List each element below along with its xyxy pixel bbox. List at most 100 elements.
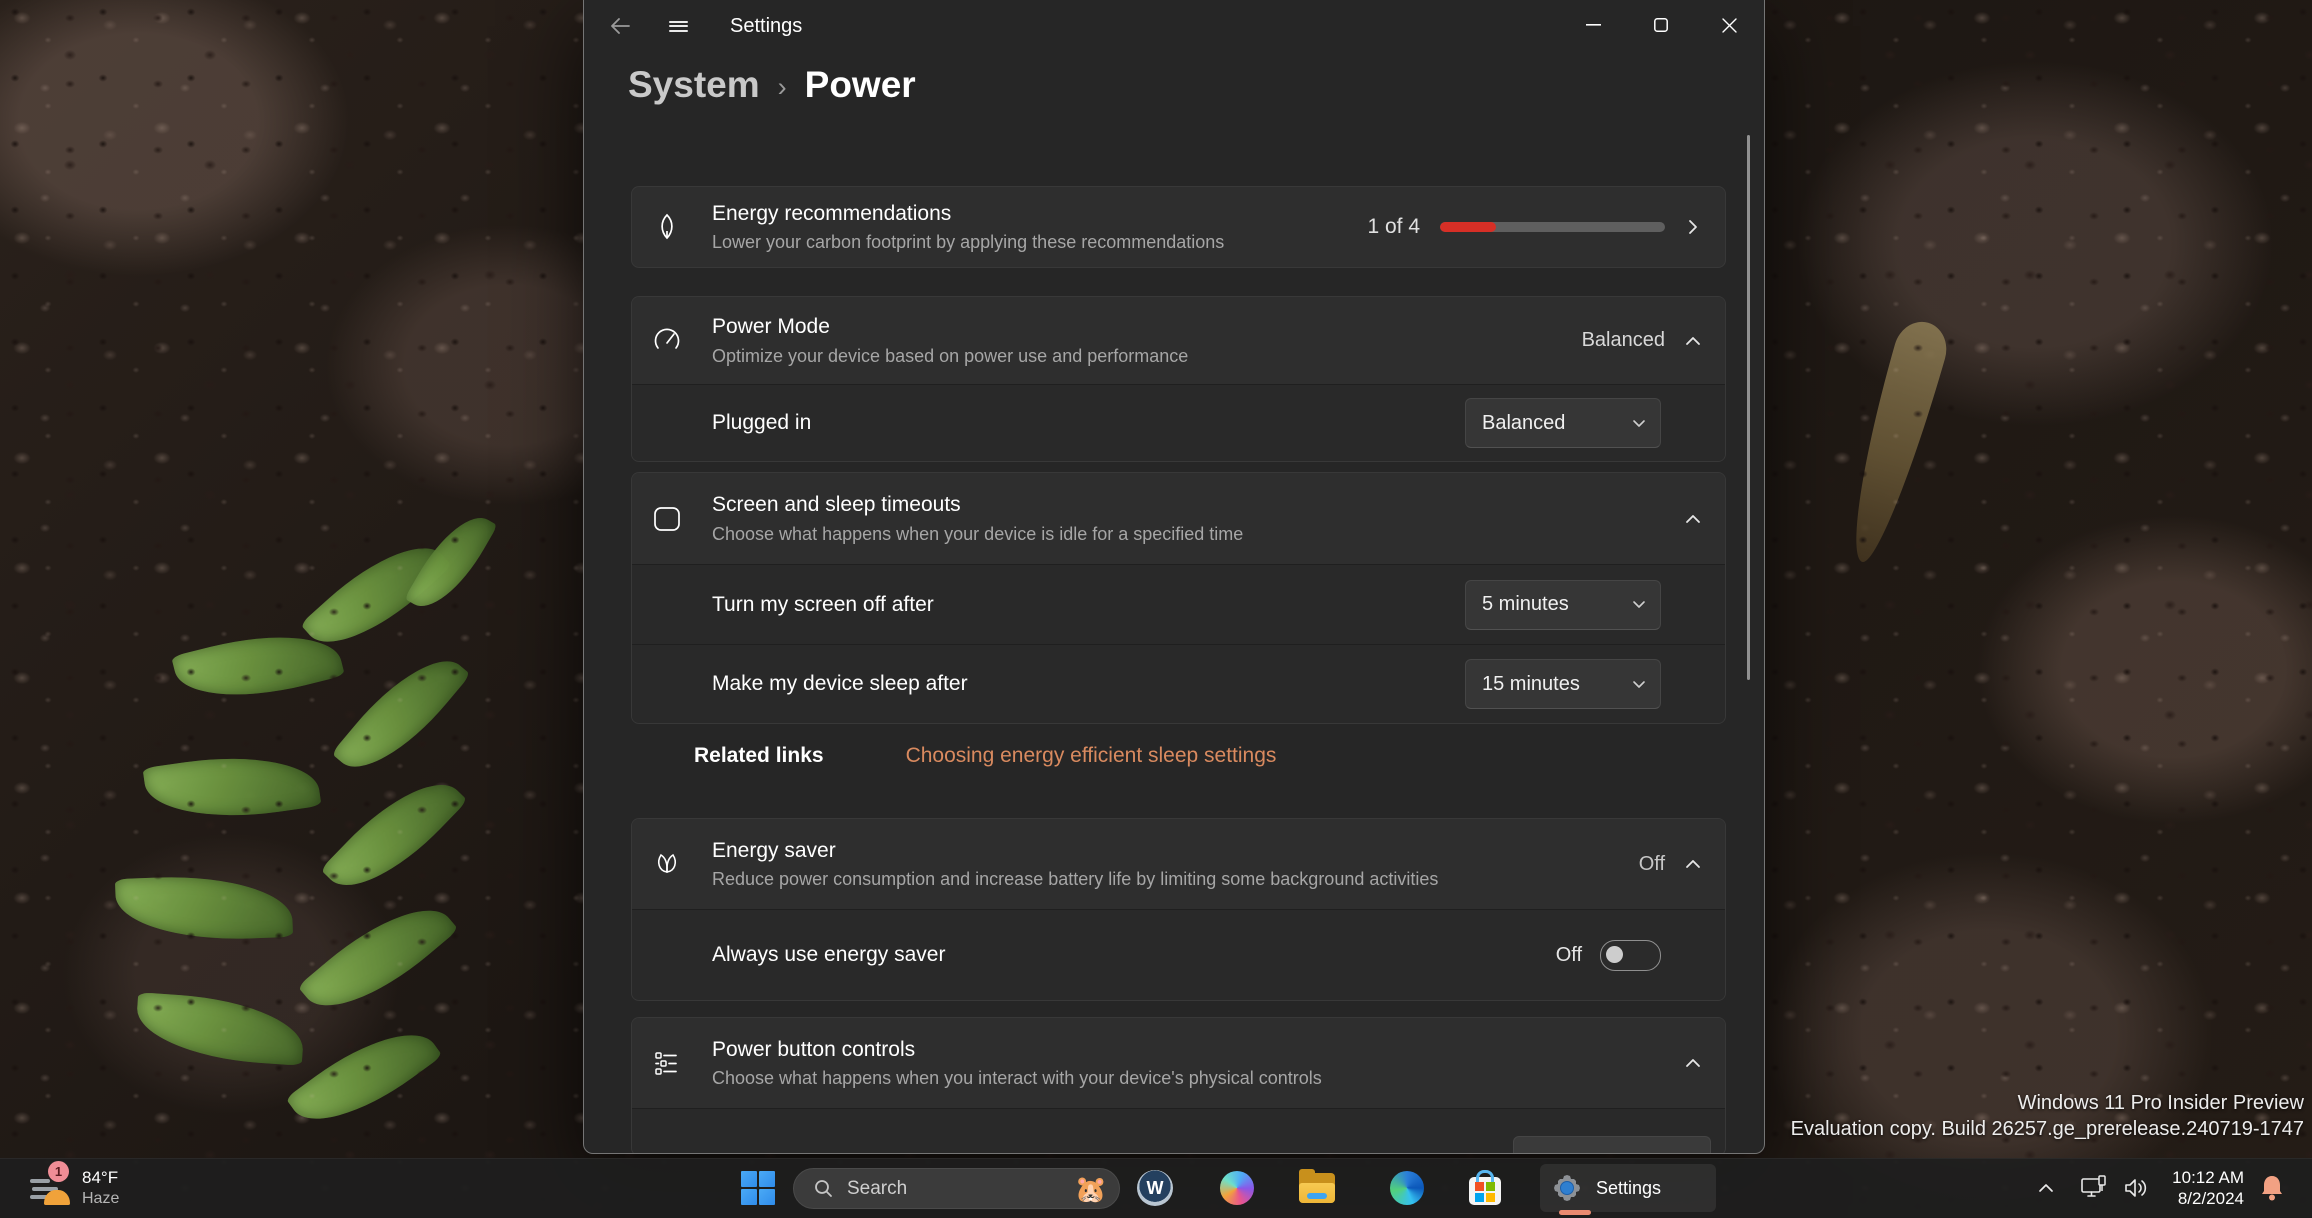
breadcrumb-separator-icon: › [777, 71, 787, 102]
row-label: Always use energy saver [712, 943, 946, 966]
energy-recommendations-row[interactable]: Energy recommendations Lower your carbon… [631, 186, 1726, 268]
chevron-down-icon [1633, 419, 1645, 427]
clock-tray-button[interactable]: 10:12 AM 8/2/2024 [2150, 1167, 2244, 1209]
weather-widget[interactable]: 1 84°F Haze [8, 1159, 218, 1218]
energy-saver-expander[interactable]: Energy saver Reduce power consumption an… [632, 819, 1725, 909]
wallpaper-leaf [134, 992, 306, 1066]
settings-app-label: Settings [1596, 1177, 1662, 1198]
window-title: Settings [730, 14, 803, 37]
screen-sleep-group: Screen and sleep timeouts Choose what ha… [631, 472, 1726, 724]
back-button[interactable] [598, 8, 642, 44]
power-button-partial-row [632, 1108, 1725, 1153]
partial-dropdown[interactable] [1513, 1136, 1711, 1153]
device-sleep-dropdown[interactable]: 15 minutes [1465, 659, 1661, 709]
active-app-indicator [1559, 1210, 1591, 1215]
chevron-up-icon [1686, 336, 1700, 345]
row-label: Turn my screen off after [712, 592, 934, 616]
close-button[interactable] [1695, 0, 1763, 50]
settings-window: Settings System › Power Energy recommend… [583, 0, 1765, 1154]
taskbar: 1 84°F Haze Search 🐹 W Settings 10:12 AM… [0, 1158, 2312, 1218]
insider-watermark: Windows 11 Pro Insider Preview Evaluatio… [1791, 1090, 2304, 1142]
wallpaper-leaf [171, 617, 345, 715]
search-box[interactable]: Search 🐹 [793, 1168, 1120, 1209]
chevron-up-icon [2039, 1184, 2053, 1192]
power-mode-expander[interactable]: Power Mode Optimize your device based on… [632, 297, 1725, 384]
energy-saver-toggle[interactable] [1600, 939, 1661, 971]
taskbar-app-windscribe[interactable]: W [1131, 1164, 1179, 1212]
wallpaper-leaf [331, 638, 471, 790]
start-button[interactable] [734, 1164, 782, 1212]
toggle-state-label: Off [1555, 943, 1582, 966]
chevron-up-icon [1686, 860, 1700, 868]
screen-off-dropdown[interactable]: 5 minutes [1465, 579, 1661, 630]
page-title: Power [804, 64, 916, 105]
row-label: Make my device sleep after [712, 672, 968, 695]
row-subtitle: Reduce power consumption and increase ba… [712, 869, 1439, 890]
sleep-settings-link[interactable]: Choosing energy efficient sleep settings [906, 744, 1277, 768]
taskbar-app-copilot[interactable] [1213, 1164, 1261, 1212]
power-mode-group: Power Mode Optimize your device based on… [631, 296, 1726, 462]
row-title: Screen and sleep timeouts [712, 493, 961, 517]
related-links-label: Related links [694, 744, 824, 767]
taskbar-app-settings[interactable]: Settings [1540, 1164, 1716, 1212]
power-button-controls-icon [652, 1048, 712, 1078]
tray-date: 8/2/2024 [2177, 1189, 2244, 1208]
notification-bell-button[interactable] [2250, 1168, 2294, 1208]
navigation-menu-button[interactable] [656, 8, 700, 44]
network-tray-button[interactable] [2072, 1168, 2116, 1208]
row-subtitle: Optimize your device based on power use … [712, 345, 1189, 366]
chevron-up-icon [1686, 1059, 1700, 1067]
row-title: Energy recommendations [712, 201, 952, 225]
wallpaper-dried-leaf [1834, 315, 1954, 569]
power-button-expander[interactable]: Power button controls Choose what happen… [632, 1018, 1725, 1108]
breadcrumb-system[interactable]: System [628, 64, 760, 106]
chevron-down-icon [1633, 601, 1645, 608]
taskbar-app-store[interactable] [1461, 1164, 1509, 1212]
wallpaper-leaf [297, 883, 459, 1033]
wallpaper-leaf [114, 872, 294, 944]
search-highlight-image[interactable]: 🐹 [1075, 1176, 1107, 1202]
gear-icon [1554, 1175, 1580, 1201]
power-mode-gauge-icon [652, 326, 712, 356]
row-title: Power button controls [712, 1037, 916, 1061]
w-shield-icon: W [1137, 1170, 1173, 1206]
plugged-in-row: Plugged in Balanced [632, 384, 1725, 461]
plugged-in-dropdown[interactable]: Balanced [1465, 398, 1661, 448]
dropdown-value: 15 minutes [1482, 672, 1580, 695]
energy-saver-leaf-icon [652, 849, 712, 879]
windows-logo-icon [741, 1171, 775, 1205]
edge-browser-icon [1390, 1171, 1424, 1205]
screen-off-row: Turn my screen off after 5 minutes [632, 564, 1725, 644]
wallpaper-leaf [285, 1008, 443, 1146]
progress-label: 1 of 4 [1367, 215, 1420, 238]
chevron-right-icon [1689, 220, 1697, 234]
file-explorer-icon [1299, 1169, 1335, 1203]
maximize-button[interactable] [1627, 0, 1695, 50]
row-title: Energy saver [712, 838, 836, 862]
titlebar: Settings [584, 0, 1764, 52]
power-mode-value: Balanced [1581, 329, 1665, 351]
taskbar-app-file-explorer[interactable] [1293, 1164, 1341, 1212]
row-subtitle: Choose what happens when your device is … [712, 523, 1244, 544]
taskbar-app-edge[interactable] [1383, 1164, 1431, 1212]
watermark-line1: Windows 11 Pro Insider Preview [2017, 1092, 2304, 1114]
watermark-line2: Evaluation copy. Build 26257.ge_prerelea… [1790, 1118, 2304, 1140]
minimize-button[interactable] [1559, 0, 1627, 50]
progress-bar [1440, 222, 1665, 232]
energy-saver-value: Off [1638, 852, 1665, 875]
notification-bell-icon [2262, 1176, 2282, 1201]
show-hidden-icons-button[interactable] [2026, 1168, 2066, 1208]
screen-sleep-icon [652, 504, 712, 534]
notification-count-badge: 1 [48, 1161, 69, 1182]
screen-sleep-expander[interactable]: Screen and sleep timeouts Choose what ha… [632, 473, 1725, 564]
row-label: Plugged in [712, 411, 812, 434]
vertical-scrollbar[interactable] [1747, 135, 1750, 680]
copilot-icon [1220, 1171, 1254, 1205]
breadcrumb: System › Power [628, 64, 916, 106]
dropdown-value: 5 minutes [1482, 593, 1569, 615]
wallpaper-leaf [404, 503, 498, 621]
chevron-down-icon [1633, 680, 1645, 688]
search-placeholder: Search [847, 1177, 908, 1199]
row-subtitle: Choose what happens when you interact wi… [712, 1068, 1322, 1089]
power-button-group: Power button controls Choose what happen… [631, 1017, 1726, 1153]
